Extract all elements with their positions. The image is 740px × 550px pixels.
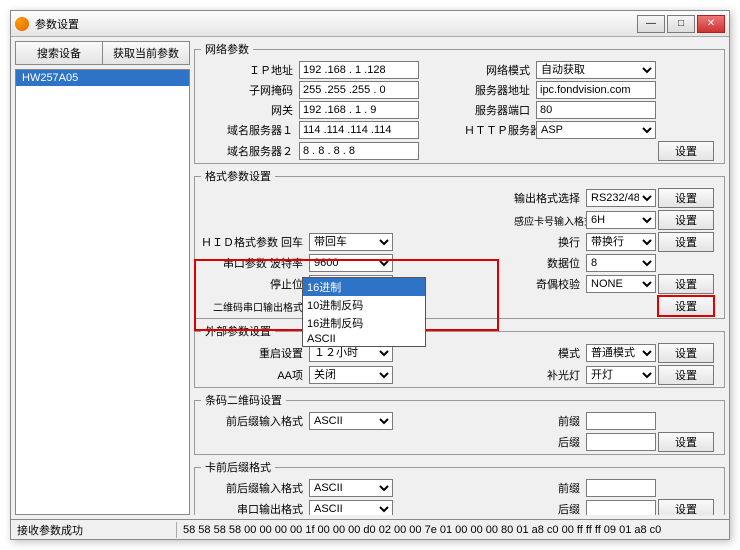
lbl-reboot: 重启设置 bbox=[201, 345, 307, 361]
lbl-serial: 串口参数 波特率 bbox=[201, 255, 307, 271]
legend-cardps: 卡前后缀格式 bbox=[201, 459, 275, 475]
lbl-httplang: ＨＴＴＰ服务器语言 bbox=[464, 122, 534, 138]
lbl-ip: ＩＰ地址 bbox=[201, 62, 297, 78]
select-parity[interactable]: NONE bbox=[586, 275, 656, 293]
dropdown-option-3[interactable]: ASCII bbox=[303, 332, 425, 346]
lbl-mask: 子网掩码 bbox=[201, 82, 297, 98]
window-title: 参数设置 bbox=[35, 16, 637, 32]
status-hex: 58 58 58 58 00 00 00 00 1f 00 00 00 d0 0… bbox=[177, 524, 723, 536]
lbl-databits: 数据位 bbox=[514, 255, 584, 271]
right-panel: 网络参数 ＩＰ地址 网络模式 自动获取 子网掩码 服务器地址 网关 bbox=[194, 41, 725, 515]
left-panel: 搜索设备 获取当前参数 HW257A05 bbox=[15, 41, 190, 515]
lbl-mode: 模式 bbox=[514, 345, 584, 361]
btn-set-outfmt[interactable]: 设置 bbox=[658, 188, 714, 208]
titlebar: 参数设置 — □ ✕ bbox=[11, 11, 729, 37]
window-buttons: — □ ✕ bbox=[637, 15, 725, 33]
btn-set-barcode[interactable]: 设置 bbox=[658, 432, 714, 452]
legend-ext: 外部参数设置 bbox=[201, 323, 275, 339]
lbl-bc-prefmt: 前后缀输入格式 bbox=[201, 413, 307, 429]
close-button[interactable]: ✕ bbox=[697, 15, 725, 33]
btn-set-ext2[interactable]: 设置 bbox=[658, 365, 714, 385]
select-bc-prefmt[interactable]: ASCII bbox=[309, 412, 393, 430]
input-ip[interactable] bbox=[299, 61, 419, 79]
get-params-button[interactable]: 获取当前参数 bbox=[103, 42, 189, 64]
lbl-stopbits: 停止位 bbox=[201, 276, 307, 292]
app-icon bbox=[15, 17, 29, 31]
lbl-bc-suffix: 后缀 bbox=[514, 434, 584, 450]
lbl-dns2: 域名服务器２ bbox=[201, 143, 297, 159]
input-bc-suffix[interactable] bbox=[586, 433, 656, 451]
select-cp-outfmt[interactable]: ASCII bbox=[309, 500, 393, 515]
statusbar: 接收参数成功 58 58 58 58 00 00 00 00 1f 00 00 … bbox=[11, 519, 729, 539]
maximize-button[interactable]: □ bbox=[667, 15, 695, 33]
group-format: 格式参数设置 输出格式选择 RS232/485 设置 感应卡号输入格式 6H 设… bbox=[194, 168, 725, 319]
lbl-lamp: 补光灯 bbox=[514, 367, 584, 383]
minimize-button[interactable]: — bbox=[637, 15, 665, 33]
lbl-dns1: 域名服务器１ bbox=[201, 122, 297, 138]
lbl-cardfmt: 感应卡号输入格式 bbox=[514, 213, 584, 228]
btn-set-serial[interactable]: 设置 bbox=[658, 274, 714, 294]
select-outfmt[interactable]: RS232/485 bbox=[586, 189, 656, 207]
select-httplang[interactable]: ASP bbox=[536, 121, 656, 139]
input-cp-prefix[interactable] bbox=[586, 479, 656, 497]
lbl-parity: 奇偶校验 bbox=[514, 276, 584, 292]
group-cardps: 卡前后缀格式 前后缀输入格式 ASCII 前缀 串口输出格式 ASCII 后缀 … bbox=[194, 459, 725, 515]
select-hid[interactable]: 带回车 bbox=[309, 233, 393, 251]
lbl-bc-prefix: 前缀 bbox=[514, 413, 584, 429]
dropdown-option-0[interactable]: 16进制 bbox=[303, 278, 425, 296]
lbl-cp-suffix: 后缀 bbox=[514, 501, 584, 515]
btn-set-hid[interactable]: 设置 bbox=[658, 232, 714, 252]
search-device-button[interactable]: 搜索设备 bbox=[16, 42, 103, 64]
select-netmode[interactable]: 自动获取 bbox=[536, 61, 656, 79]
select-cp-infmt[interactable]: ASCII bbox=[309, 479, 393, 497]
dropdown-option-1[interactable]: 10进制反码 bbox=[303, 296, 425, 314]
select-mode[interactable]: 普通模式 bbox=[586, 344, 656, 362]
main-window: 参数设置 — □ ✕ 搜索设备 获取当前参数 HW257A05 网络参数 ＩＰ地… bbox=[10, 10, 730, 540]
btn-set-qrout[interactable]: 设置 bbox=[658, 296, 714, 316]
lbl-wrap: 换行 bbox=[514, 234, 584, 250]
lbl-cp-prefix: 前缀 bbox=[514, 480, 584, 496]
input-cp-suffix[interactable] bbox=[586, 500, 656, 515]
btn-set-cardfmt[interactable]: 设置 bbox=[658, 210, 714, 230]
legend-barcode: 条码二维码设置 bbox=[201, 392, 286, 408]
lbl-aa: AA项 bbox=[201, 367, 307, 383]
select-aa[interactable]: 关闭 bbox=[309, 366, 393, 384]
lbl-server: 服务器地址 bbox=[464, 82, 534, 98]
legend-format: 格式参数设置 bbox=[201, 168, 275, 184]
lbl-qrout: 二维码串口输出格式 bbox=[201, 299, 307, 314]
select-wrap[interactable]: 带换行 bbox=[586, 233, 656, 251]
lbl-netmode: 网络模式 bbox=[464, 62, 534, 78]
dropdown-option-2[interactable]: 16进制反码 bbox=[303, 314, 425, 332]
select-cardfmt[interactable]: 6H bbox=[586, 211, 656, 229]
status-text: 接收参数成功 bbox=[17, 522, 177, 538]
input-dns1[interactable] bbox=[299, 121, 419, 139]
btn-set-cardps[interactable]: 设置 bbox=[658, 499, 714, 515]
legend-network: 网络参数 bbox=[201, 41, 253, 57]
input-server[interactable] bbox=[536, 81, 656, 99]
select-databits[interactable]: 8 bbox=[586, 254, 656, 272]
lbl-cp-infmt: 前后缀输入格式 bbox=[201, 480, 307, 496]
device-list[interactable]: HW257A05 bbox=[15, 69, 190, 515]
group-network: 网络参数 ＩＰ地址 网络模式 自动获取 子网掩码 服务器地址 网关 bbox=[194, 41, 725, 164]
lbl-gw: 网关 bbox=[201, 102, 297, 118]
group-barcode: 条码二维码设置 前后缀输入格式 ASCII 前缀 后缀 设置 bbox=[194, 392, 725, 455]
lbl-cp-outfmt: 串口输出格式 bbox=[201, 501, 307, 515]
input-bc-prefix[interactable] bbox=[586, 412, 656, 430]
lbl-hid: ＨＩＤ格式参数 回车 bbox=[201, 234, 307, 250]
input-dns2[interactable] bbox=[299, 142, 419, 160]
lbl-outfmt: 输出格式选择 bbox=[514, 190, 584, 206]
btn-set-ext1[interactable]: 设置 bbox=[658, 343, 714, 363]
input-gw[interactable] bbox=[299, 101, 419, 119]
group-ext: 外部参数设置 重启设置 １２小时 模式 普通模式 设置 AA项 关闭 补光灯 开… bbox=[194, 323, 725, 388]
select-lamp[interactable]: 开灯 bbox=[586, 366, 656, 384]
input-port[interactable] bbox=[536, 101, 656, 119]
input-mask[interactable] bbox=[299, 81, 419, 99]
device-item-selected[interactable]: HW257A05 bbox=[16, 70, 189, 86]
btn-set-network[interactable]: 设置 bbox=[658, 141, 714, 161]
select-baud[interactable]: 9600 bbox=[309, 254, 393, 272]
dropdown-qr-output-open[interactable]: 16进制 10进制反码 16进制反码 ASCII bbox=[302, 277, 426, 347]
lbl-port: 服务器端口 bbox=[464, 102, 534, 118]
